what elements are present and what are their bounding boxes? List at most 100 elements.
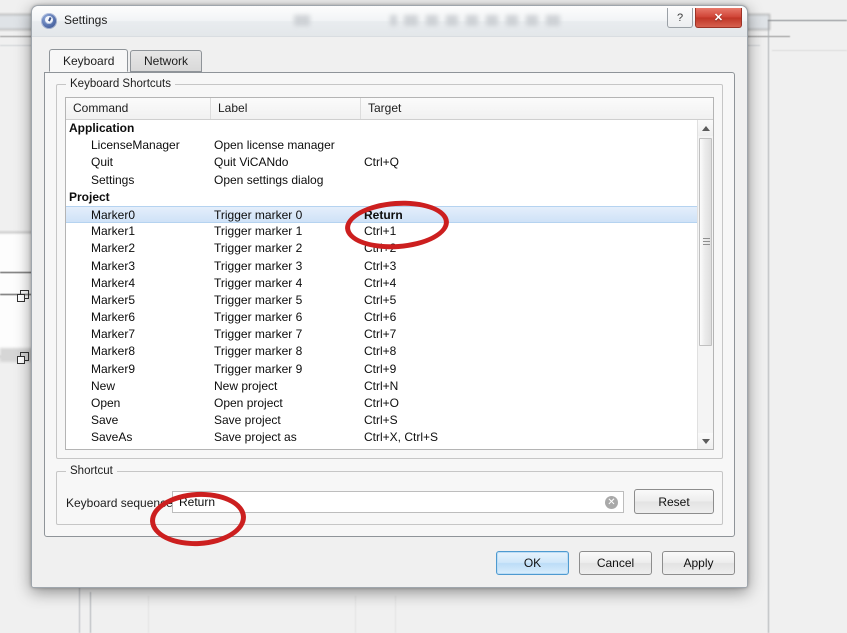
titlebar-ghost-8 [506, 15, 518, 26]
titlebar-ghost-10 [546, 15, 560, 26]
scroll-down-arrow-icon[interactable] [698, 433, 713, 449]
window-title: Settings [64, 13, 108, 27]
table-row[interactable]: Marker1 Trigger marker 1 Ctrl+1 [66, 223, 697, 240]
cell-command: Application [69, 121, 135, 135]
cell-label: Trigger marker 3 [214, 258, 303, 273]
titlebar-ghost-3 [404, 15, 418, 26]
tab-bar: Keyboard Network [49, 49, 735, 72]
shortcut-groupbox: Shortcut Keyboard sequence: Return ✕ Res… [56, 465, 723, 525]
table-row[interactable]: Marker7 Trigger marker 7 Ctrl+7 [66, 326, 697, 343]
cell-label: Trigger marker 0 [214, 207, 303, 222]
cell-label: Trigger marker 4 [214, 275, 303, 290]
tab-keyboard[interactable]: Keyboard [49, 49, 129, 72]
cell-label [214, 189, 364, 206]
cell-label: Trigger marker 1 [214, 224, 303, 239]
tree-group-row[interactable]: Session [66, 447, 697, 449]
help-button[interactable]: ? [667, 8, 693, 28]
titlebar-ghost-4 [426, 15, 438, 26]
cell-target: Ctrl+8 [364, 344, 397, 359]
cell-target: Ctrl+4 [364, 275, 397, 290]
shortcut-title: Shortcut [66, 465, 117, 477]
cell-label: Trigger marker 6 [214, 310, 303, 325]
settings-shield-icon [41, 13, 57, 29]
table-row[interactable]: Quit Quit ViCANdo Ctrl+Q [66, 154, 697, 171]
table-row[interactable]: Marker9 Trigger marker 9 Ctrl+9 [66, 361, 697, 378]
reset-button[interactable]: Reset [634, 489, 714, 514]
tree-vertical-scrollbar[interactable] [697, 120, 713, 449]
titlebar-ghost-6 [466, 15, 478, 26]
table-row[interactable]: New New project Ctrl+N [66, 378, 697, 395]
tree-group-row[interactable]: Application [66, 120, 697, 137]
cell-target: Ctrl+1 [364, 224, 397, 239]
table-row[interactable]: Marker2 Trigger marker 2 Ctrl+2 [66, 240, 697, 257]
keyboard-sequence-input[interactable]: Return ✕ [172, 491, 624, 513]
cell-target: Ctrl+5 [364, 292, 397, 307]
scrollbar-thumb[interactable] [699, 138, 712, 346]
bg-vertical-divider-5 [395, 596, 396, 633]
scroll-up-arrow-icon[interactable] [698, 120, 713, 136]
dialog-body: Keyboard Network Keyboard Shortcuts Comm… [32, 37, 747, 587]
titlebar-ghost-2 [390, 15, 397, 26]
table-row[interactable]: Marker4 Trigger marker 4 Ctrl+4 [66, 275, 697, 292]
cell-target: Ctrl+Q [364, 155, 400, 170]
settings-dialog: Settings ? ✕ Keyboard Network Keyboard S… [31, 5, 748, 588]
cell-target: Ctrl+6 [364, 310, 397, 325]
ok-button[interactable]: OK [496, 551, 569, 575]
cell-target [364, 120, 694, 137]
cell-label: Trigger marker 8 [214, 344, 303, 359]
cell-command: Project [69, 189, 110, 204]
keyboard-sequence-value: Return [179, 495, 216, 509]
table-row[interactable]: SaveAs Save project as Ctrl+X, Ctrl+S [66, 429, 697, 446]
clear-circle-icon[interactable]: ✕ [605, 496, 618, 509]
tab-network[interactable]: Network [130, 50, 203, 72]
cell-target: Ctrl+O [364, 396, 400, 410]
keyboard-shortcuts-groupbox: Keyboard Shortcuts Command Label Target … [56, 78, 723, 459]
cell-target: Ctrl+7 [364, 327, 397, 342]
keyboard-sequence-label: Keyboard sequence: [66, 496, 177, 510]
cell-command: Session [69, 447, 219, 449]
titlebar-ghost-5 [446, 15, 458, 26]
column-header-command[interactable]: Command [66, 98, 211, 119]
cell-target: Return [364, 207, 403, 222]
cell-label: Open settings dialog [214, 172, 324, 187]
table-row[interactable]: Marker8 Trigger marker 8 Ctrl+8 [66, 343, 697, 360]
cell-label: Trigger marker 7 [214, 327, 303, 342]
table-row[interactable]: Marker0 Trigger marker 0 Return [66, 205, 697, 224]
cell-label: Trigger marker 5 [214, 292, 303, 307]
cell-label: Save project [214, 413, 281, 428]
cancel-button[interactable]: Cancel [579, 551, 652, 575]
table-row[interactable]: Marker6 Trigger marker 6 Ctrl+6 [66, 309, 697, 326]
cell-label [214, 447, 364, 449]
apply-button[interactable]: Apply [662, 551, 735, 575]
column-header-label[interactable]: Label [211, 98, 361, 119]
cell-label: Open project [214, 396, 283, 410]
table-row[interactable]: Marker3 Trigger marker 3 Ctrl+3 [66, 258, 697, 275]
titlebar-ghost-9 [526, 15, 538, 26]
table-row[interactable]: LicenseManager Open license manager [66, 137, 697, 154]
table-row[interactable]: Save Save project Ctrl+S [66, 412, 697, 429]
table-row[interactable]: Marker5 Trigger marker 5 Ctrl+5 [66, 292, 697, 309]
close-button[interactable]: ✕ [695, 8, 742, 28]
bg-vertical-divider-2 [90, 592, 91, 633]
cell-target [364, 137, 694, 154]
table-row[interactable]: Open Open project Ctrl+O [66, 395, 697, 412]
keyboard-shortcuts-title: Keyboard Shortcuts [66, 78, 176, 90]
table-row[interactable]: Settings Open settings dialog [66, 172, 697, 189]
bg-vertical-divider-4 [355, 596, 356, 633]
bg-horizontal-divider-right-2 [772, 50, 847, 51]
shortcuts-tree[interactable]: Command Label Target Application LicenseM… [65, 97, 714, 450]
cell-target [364, 447, 694, 449]
cell-label: New project [214, 378, 278, 393]
column-header-target[interactable]: Target [361, 98, 691, 119]
tree-header: Command Label Target [66, 98, 713, 120]
cell-label: Trigger marker 2 [214, 241, 303, 256]
bg-restore-icon-2 [17, 290, 29, 302]
cell-label: Save project as [214, 430, 297, 445]
bg-restore-icon [17, 352, 29, 364]
tree-group-row[interactable]: Project [66, 189, 697, 206]
cell-target: Ctrl+X, Ctrl+S [364, 430, 439, 445]
cell-label [214, 120, 364, 137]
bg-vertical-divider-right [768, 20, 769, 633]
dialog-titlebar[interactable]: Settings ? ✕ [32, 6, 747, 37]
cell-label: Trigger marker 9 [214, 361, 303, 376]
